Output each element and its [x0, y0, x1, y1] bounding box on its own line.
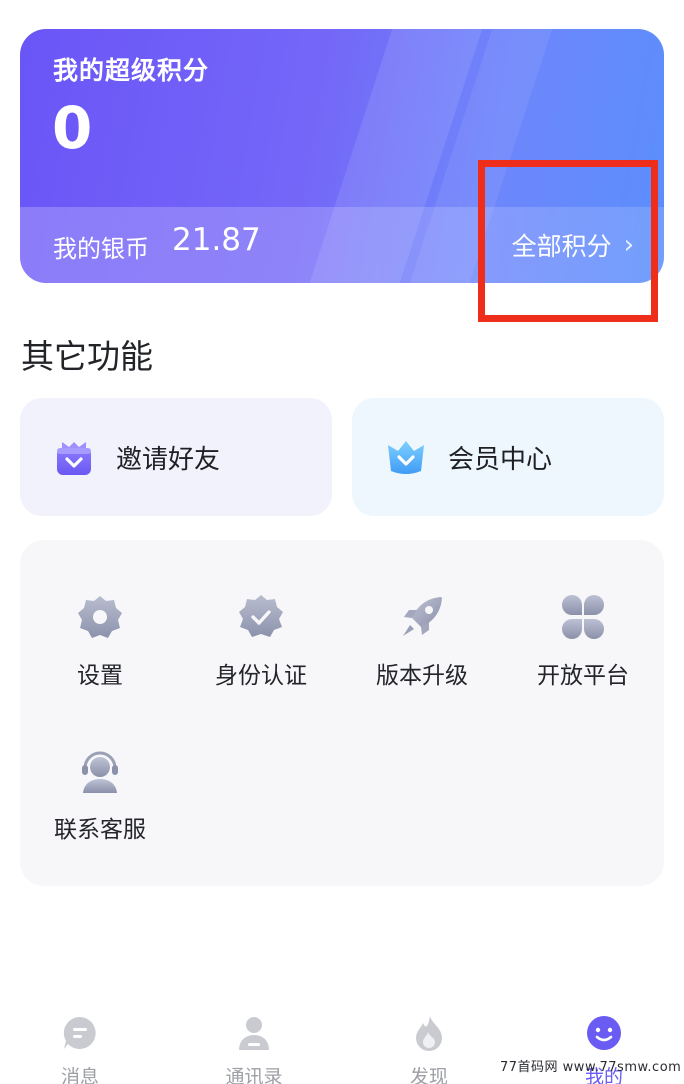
crown-heart-icon [388, 441, 424, 474]
customer-service-label: 联系客服 [54, 817, 146, 843]
settings-item[interactable]: 设置 [20, 592, 180, 690]
tab-discover-label: 发现 [409, 1066, 448, 1084]
tab-discover[interactable]: 发现 [369, 1014, 489, 1084]
chat-bubble-icon [63, 1016, 96, 1049]
verified-badge-icon [239, 595, 283, 637]
customer-service-item[interactable]: 联系客服 [20, 746, 180, 844]
gear-icon [78, 596, 122, 638]
version-upgrade-label: 版本升级 [376, 663, 468, 689]
apps-grid-icon [562, 595, 604, 639]
settings-label: 设置 [77, 663, 123, 689]
version-upgrade-item[interactable]: 版本升级 [342, 592, 502, 690]
silver-coin-value: 21.87 [172, 222, 261, 258]
points-card-title: 我的超级积分 [53, 56, 210, 85]
silver-coin-label: 我的银币 [53, 235, 149, 263]
member-center-label: 会员中心 [448, 444, 553, 475]
annotation-highlight-box [478, 160, 658, 322]
open-platform-label: 开放平台 [537, 663, 629, 689]
tab-contacts[interactable]: 通讯录 [194, 1014, 314, 1084]
tab-messages-label: 消息 [60, 1066, 99, 1084]
identity-verification-item[interactable]: 身份认证 [181, 592, 341, 690]
member-center-card[interactable]: 会员中心 [352, 398, 664, 516]
gift-icon [57, 442, 91, 475]
tab-contacts-label: 通讯录 [225, 1066, 283, 1084]
identity-verification-label: 身份认证 [215, 663, 307, 689]
flame-icon [416, 1016, 442, 1051]
invite-friends-card[interactable]: 邀请好友 [20, 398, 332, 516]
invite-friends-label: 邀请好友 [116, 444, 221, 475]
headset-agent-icon [82, 751, 118, 793]
tab-messages[interactable]: 消息 [20, 1014, 140, 1084]
contact-person-icon [239, 1017, 269, 1050]
section-title: 其它功能 [21, 337, 153, 376]
open-platform-item[interactable]: 开放平台 [503, 592, 663, 690]
rocket-icon [403, 597, 442, 636]
smiley-icon [587, 1016, 621, 1050]
super-points-value: 0 [52, 94, 93, 162]
site-watermark: 77首码网 www.77smw.com [500, 1060, 682, 1075]
function-grid-panel: 设置 身份认证 版本升级 开放平台 联系客服 [20, 540, 664, 886]
